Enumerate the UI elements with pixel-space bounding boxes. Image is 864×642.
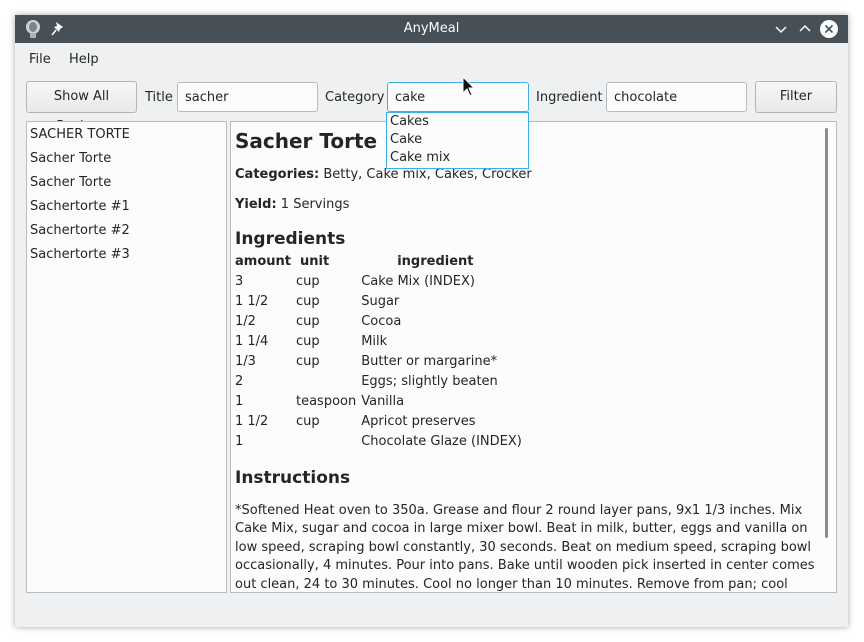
autocomplete-option[interactable]: Cake mix	[387, 149, 528, 167]
recipe-list[interactable]: SACHER TORTE Sacher Torte Sacher Torte S…	[26, 121, 227, 593]
category-input[interactable]: cake	[387, 82, 529, 112]
ingredient-unit-cell: cup	[295, 313, 320, 329]
list-item[interactable]: Sachertorte #2	[30, 223, 130, 238]
categories-label: Categories:	[235, 167, 320, 182]
menu-help[interactable]: Help	[69, 52, 99, 67]
ingredient-amount-cell: 1	[235, 433, 244, 449]
table-row: 1 teaspoon Vanilla	[233, 391, 525, 411]
table-header-row: amount unit ingredient	[233, 251, 525, 271]
ingredient-unit-cell: cup	[295, 353, 320, 369]
ingredient-unit-cell	[294, 371, 359, 391]
instructions-heading: Instructions	[235, 468, 351, 488]
list-item[interactable]: Sachertorte #1	[30, 199, 130, 214]
ingredient-unit-cell	[294, 431, 359, 451]
ingredient-amount-cell: 1	[235, 393, 244, 409]
ingredient-unit-cell: cup	[295, 333, 320, 349]
ingredient-unit-cell: teaspoon	[295, 393, 357, 409]
column-ingredient: ingredient	[397, 253, 474, 269]
ingredient-ingredient-cell: Cocoa	[361, 313, 402, 329]
ingredient-amount-cell: 1/2	[235, 313, 256, 329]
recipe-title: Sacher Torte	[235, 129, 378, 153]
table-row: 1 Chocolate Glaze (INDEX)	[233, 431, 525, 451]
table-row: 1/3 cup Butter or margarine*	[233, 351, 525, 371]
ingredient-ingredient-cell: Apricot preserves	[361, 413, 476, 429]
close-icon	[824, 24, 834, 34]
column-amount: amount	[235, 253, 291, 269]
categories-value: Betty, Cake mix, Cakes, Crocker	[323, 167, 532, 182]
ingredient-amount-cell: 1 1/4	[235, 333, 269, 349]
title-bar: AnyMeal	[15, 15, 848, 43]
ingredient-amount-cell: 2	[235, 373, 244, 389]
ingredient-amount-cell: 1/3	[235, 353, 256, 369]
ingredient-ingredient-cell: Cake Mix (INDEX)	[361, 273, 475, 289]
app-window: AnyMeal File Help Show All Recipes Title…	[15, 15, 848, 627]
list-item[interactable]: Sacher Torte	[30, 151, 111, 166]
close-button[interactable]	[820, 20, 838, 38]
ingredient-unit-cell: cup	[295, 413, 320, 429]
table-row: 1 1/4 cup Milk	[233, 331, 525, 351]
ingredient-ingredient-cell: Chocolate Glaze (INDEX)	[361, 433, 522, 449]
minimize-icon[interactable]	[772, 20, 790, 38]
ingredient-amount-cell: 1 1/2	[235, 293, 269, 309]
ingredient-ingredient-cell: Milk	[361, 333, 388, 349]
menu-bar: File Help	[15, 43, 848, 75]
ingredient-ingredient-cell: Butter or margarine*	[361, 353, 498, 369]
ingredient-ingredient-cell: Vanilla	[361, 393, 405, 409]
category-autocomplete: Cakes Cake Cake mix	[386, 112, 529, 169]
table-row: 1/2 cup Cocoa	[233, 311, 525, 331]
mouse-cursor-icon	[462, 76, 476, 97]
autocomplete-option[interactable]: Cakes	[387, 113, 528, 131]
list-item[interactable]: Sacher Torte	[30, 175, 111, 190]
show-all-recipes-button[interactable]: Show All Recipes	[26, 81, 137, 134]
column-unit: unit	[299, 253, 330, 269]
window-title: AnyMeal	[403, 21, 460, 36]
list-item[interactable]: SACHER TORTE	[30, 127, 130, 142]
filter-button[interactable]: Filter	[755, 81, 837, 113]
table-row: 2 Eggs; slightly beaten	[233, 371, 525, 391]
ingredient-ingredient-cell: Sugar	[361, 293, 400, 309]
title-input[interactable]: sacher	[177, 82, 318, 112]
ingredients-heading: Ingredients	[235, 229, 346, 249]
table-row: 3 cup Cake Mix (INDEX)	[233, 271, 525, 291]
recipe-view[interactable]: Sacher Torte Categories: Betty, Cake mix…	[230, 121, 837, 593]
autocomplete-option[interactable]: Cake	[387, 131, 528, 149]
table-row: 1 1/2 cup Apricot preserves	[233, 411, 525, 431]
categories-line: Categories: Betty, Cake mix, Cakes, Croc…	[235, 167, 532, 182]
ingredient-unit-cell: cup	[295, 293, 320, 309]
yield-label: Yield:	[235, 197, 277, 212]
ingredients-table: amount unit ingredient 3 cup Cake Mix (IND…	[233, 251, 525, 451]
ingredient-input[interactable]: chocolate	[606, 82, 747, 112]
ingredient-ingredient-cell: Eggs; slightly beaten	[361, 373, 498, 389]
category-label: Category	[325, 90, 385, 105]
yield-value: 1 Servings	[280, 197, 350, 212]
instructions-text: *Softened Heat oven to 350a. Grease and …	[235, 503, 815, 592]
title-label: Title	[145, 90, 173, 105]
list-item[interactable]: Sachertorte #3	[30, 247, 130, 262]
yield-line: Yield: 1 Servings	[235, 197, 349, 212]
maximize-icon[interactable]	[796, 20, 814, 38]
ingredient-amount-cell: 3	[235, 273, 244, 289]
ingredient-unit-cell: cup	[295, 273, 320, 289]
table-row: 1 1/2 cup Sugar	[233, 291, 525, 311]
ingredient-label: Ingredient	[536, 90, 603, 105]
ingredient-amount-cell: 1 1/2	[235, 413, 269, 429]
menu-file[interactable]: File	[29, 52, 51, 67]
scrollbar[interactable]	[825, 128, 828, 538]
